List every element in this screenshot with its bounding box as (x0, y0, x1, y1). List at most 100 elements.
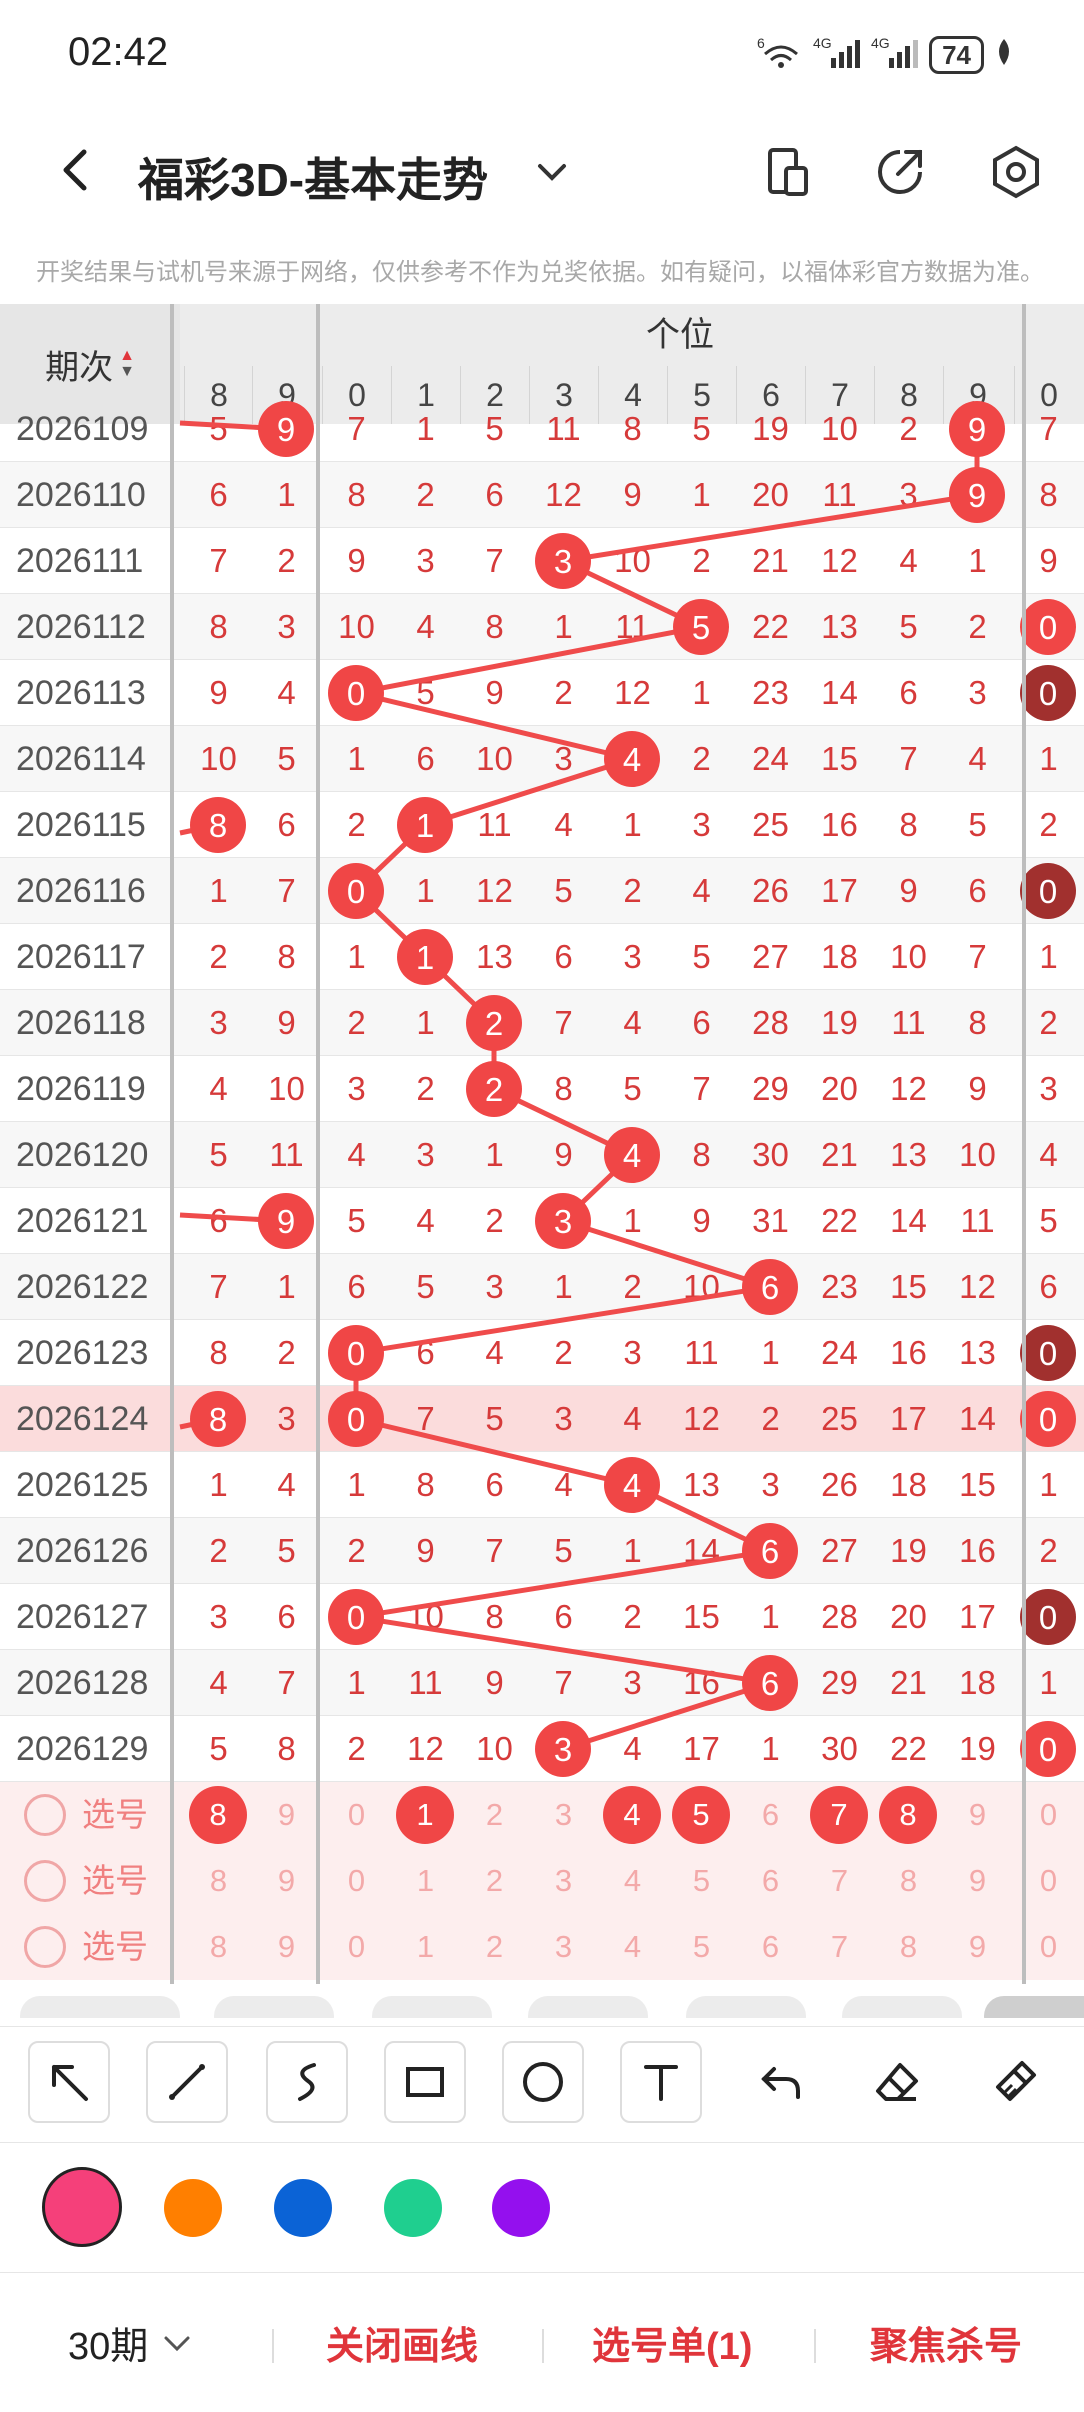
chip[interactable] (214, 1996, 334, 2018)
selection-number[interactable]: 1 (391, 1914, 460, 1980)
omission-cell[interactable]: 2 (391, 462, 460, 528)
color-swatch-pink[interactable] (42, 2167, 122, 2247)
omission-cell[interactable]: 16 (943, 1518, 1012, 1584)
omission-cell[interactable]: 5 (252, 1518, 321, 1584)
table-row[interactable]: 2026125 1 4 1 8 6 4 4 13 3 26 18 15 1 (0, 1452, 1084, 1518)
omission-cell[interactable]: 17 (943, 1584, 1012, 1650)
omission-cell[interactable]: 5 (529, 1518, 598, 1584)
omission-cell[interactable]: 1 (667, 462, 736, 528)
omission-cell[interactable]: 16 (667, 1650, 736, 1716)
omission-cell[interactable]: 1 (322, 1650, 391, 1716)
omission-cell[interactable]: 3 (322, 1056, 391, 1122)
selection-radio[interactable] (24, 1860, 66, 1902)
omission-cell[interactable]: 13 (874, 1122, 943, 1188)
omission-cell[interactable]: 3 (529, 1386, 598, 1452)
period-count-selector[interactable]: 30期 (68, 2315, 194, 2370)
selection-row[interactable]: 选号 8 9 0 1 2 3 4 5 6 7 8 9 0 (0, 1914, 1084, 1980)
omission-cell[interactable]: 4 (460, 1320, 529, 1386)
omission-cell[interactable]: 6 (529, 1584, 598, 1650)
table-row[interactable]: 2026114 10 5 1 6 10 3 4 2 24 15 7 4 1 (0, 726, 1084, 792)
omission-cell[interactable]: 0 (322, 858, 391, 924)
omission-cell[interactable]: 6 (391, 726, 460, 792)
eraser-button[interactable] (856, 2041, 938, 2123)
omission-cell[interactable]: 1 (184, 1452, 253, 1518)
table-row[interactable]: 2026128 4 7 1 11 9 7 3 16 6 29 21 18 1 (0, 1650, 1084, 1716)
omission-cell[interactable]: 8 (460, 594, 529, 660)
omission-cell[interactable]: 26 (805, 1452, 874, 1518)
table-row[interactable]: 2026124 8 3 0 7 5 3 4 12 2 25 17 14 0 (0, 1386, 1084, 1452)
omission-cell[interactable]: 20 (874, 1584, 943, 1650)
omission-cell[interactable]: 1 (252, 1254, 321, 1320)
omission-cell[interactable]: 11 (252, 1122, 321, 1188)
omission-cell[interactable]: 10 (598, 528, 667, 594)
omission-cell[interactable]: 13 (943, 396, 1012, 462)
omission-cell[interactable]: 3 (667, 792, 736, 858)
table-row[interactable]: 2026112 8 3 10 4 8 1 11 5 22 13 5 2 0 (0, 594, 1084, 660)
selection-number[interactable]: 9 (252, 1914, 321, 1980)
omission-cell[interactable]: 1 (943, 528, 1012, 594)
omission-cell[interactable]: 8 (184, 792, 253, 858)
omission-cell[interactable]: 7 (184, 1254, 253, 1320)
omission-cell[interactable]: 9 (460, 660, 529, 726)
omission-cell[interactable]: 8 (874, 792, 943, 858)
omission-cell[interactable]: 6 (736, 1518, 805, 1584)
omission-cell[interactable]: 2 (598, 1254, 667, 1320)
omission-cell[interactable]: 5 (460, 1386, 529, 1452)
omission-cell[interactable]: 2 (598, 858, 667, 924)
omission-cell[interactable]: 1 (529, 594, 598, 660)
chip[interactable] (842, 1996, 962, 2018)
omission-cell[interactable]: 6 (460, 1452, 529, 1518)
omission-cell[interactable]: 11 (805, 462, 874, 528)
selection-number[interactable]: 6 (736, 1848, 805, 1914)
omission-cell[interactable]: 3 (252, 1386, 321, 1452)
omission-cell[interactable]: 8 (184, 594, 253, 660)
omission-cell[interactable]: 2 (736, 1386, 805, 1452)
omission-cell[interactable]: 22 (805, 1188, 874, 1254)
omission-cell[interactable]: 27 (736, 924, 805, 990)
omission-cell[interactable]: 6 (322, 1254, 391, 1320)
omission-cell[interactable]: 8 (943, 990, 1012, 1056)
omission-cell[interactable]: 10 (460, 726, 529, 792)
omission-cell[interactable]: 10 (322, 594, 391, 660)
omission-cell[interactable]: 23 (736, 660, 805, 726)
omission-cell[interactable]: 21 (805, 1122, 874, 1188)
omission-cell[interactable]: 28 (736, 990, 805, 1056)
chip[interactable] (686, 1996, 806, 2018)
omission-cell[interactable]: 0 (322, 1584, 391, 1650)
omission-cell[interactable]: 7 (184, 528, 253, 594)
omission-cell[interactable]: 6 (184, 462, 253, 528)
table-row[interactable]: 2026121 6 9 5 4 2 3 1 9 31 22 14 11 5 (0, 1188, 1084, 1254)
table-row[interactable]: 2026120 5 11 4 3 1 9 4 8 30 21 13 10 4 (0, 1122, 1084, 1188)
chip[interactable] (372, 1996, 492, 2018)
omission-cell[interactable]: 2 (460, 1056, 529, 1122)
omission-cell[interactable]: 8 (460, 1584, 529, 1650)
omission-cell[interactable]: 5 (943, 792, 1012, 858)
omission-cell[interactable]: 14 (874, 1188, 943, 1254)
omission-cell[interactable]: 1 (736, 1320, 805, 1386)
omission-cell[interactable]: 5 (391, 660, 460, 726)
omission-cell[interactable]: 2 (460, 990, 529, 1056)
selection-number[interactable]: 1 (391, 1848, 460, 1914)
selection-number[interactable]: 6 (736, 1782, 805, 1848)
omission-cell[interactable]: 7 (943, 924, 1012, 990)
omission-cell[interactable]: 5 (184, 1716, 253, 1782)
omission-cell[interactable]: 6 (460, 462, 529, 528)
selection-number[interactable]: 7 (805, 1848, 874, 1914)
focus-kill-button[interactable]: 聚焦杀号 (870, 2315, 1022, 2370)
omission-cell[interactable]: 2 (874, 396, 943, 462)
omission-cell[interactable]: 13 (943, 1320, 1012, 1386)
omission-cell[interactable]: 8 (252, 1716, 321, 1782)
omission-cell[interactable]: 2 (667, 726, 736, 792)
selected-number[interactable]: 8 (189, 1786, 247, 1844)
omission-cell[interactable]: 8 (667, 1122, 736, 1188)
table-row[interactable]: 2026109 5 9 7 1 5 11 8 5 19 10 2 13 7 (0, 396, 1084, 462)
omission-cell[interactable]: 2 (252, 528, 321, 594)
omission-cell[interactable]: 9 (391, 1518, 460, 1584)
color-swatch-blue[interactable] (274, 2179, 332, 2237)
omission-cell[interactable]: 7 (529, 1650, 598, 1716)
omission-cell[interactable]: 9 (874, 858, 943, 924)
selection-number[interactable]: 9 (252, 1848, 321, 1914)
selected-number[interactable]: 5 (672, 1786, 730, 1844)
selection-radio[interactable] (24, 1794, 66, 1836)
omission-cell[interactable]: 9 (252, 1188, 321, 1254)
